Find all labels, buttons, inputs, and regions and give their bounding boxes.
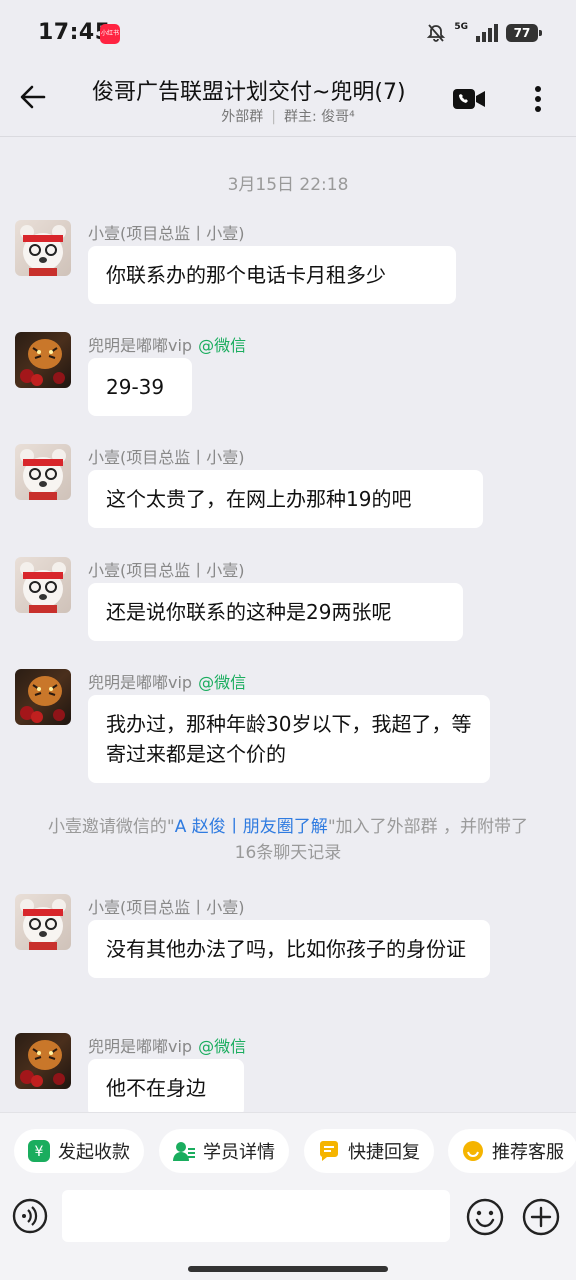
group-owner-label: 群主: 俊哥⁴: [283, 109, 355, 125]
avatar[interactable]: [15, 669, 71, 725]
avatar[interactable]: [15, 220, 71, 276]
quick-reply-icon: [318, 1140, 340, 1162]
network-type: 5G: [454, 22, 468, 32]
sender-name: 兜明是嘟嘟vip @微信: [88, 1037, 247, 1056]
mute-bell-icon: [427, 24, 446, 42]
quick-action-payment[interactable]: ¥ 发起收款: [14, 1129, 144, 1173]
customer-service-icon: [462, 1140, 484, 1162]
message-bubble[interactable]: 没有其他办法了吗，比如你孩子的身份证: [88, 920, 490, 978]
source-tag: @微信: [198, 1037, 247, 1056]
sender-name: 兜明是嘟嘟vip @微信: [88, 673, 247, 692]
sender-name: 兜明是嘟嘟vip @微信: [88, 336, 247, 355]
quick-action-bar: ¥ 发起收款 学员详情 快捷回复 推荐客服: [0, 1112, 576, 1189]
plus-icon[interactable]: [522, 1198, 560, 1236]
chat-header: 俊哥广告联盟计划交付~兜明(7) 外部群 | 群主: 俊哥⁴: [0, 66, 576, 137]
avatar[interactable]: [15, 894, 71, 950]
voice-input-icon[interactable]: [12, 1198, 48, 1234]
sender-name: 小壹(项目总监丨小壹): [88, 224, 245, 243]
message-bubble[interactable]: 他不在身边: [88, 1059, 244, 1117]
chat-title: 俊哥广告联盟计划交付~兜明(7): [92, 80, 406, 105]
source-tag: @微信: [198, 673, 247, 692]
bear-avatar-icon: [20, 225, 66, 276]
chat-timestamp: 3月15日 22:18: [227, 175, 349, 195]
bear-avatar-icon: [20, 562, 66, 613]
message-bubble[interactable]: 这个太贵了，在网上办那种19的吧: [88, 470, 483, 528]
payment-icon: ¥: [28, 1140, 50, 1162]
group-type-label: 外部群: [221, 109, 264, 125]
sender-name: 小壹(项目总监丨小壹): [88, 561, 245, 580]
sender-name: 小壹(项目总监丨小壹): [88, 898, 245, 917]
avatar[interactable]: [15, 1033, 71, 1089]
quick-action-student-detail[interactable]: 学员详情: [159, 1129, 289, 1173]
app-notification-icon: 小红书: [100, 24, 120, 44]
sender-name: 小壹(项目总监丨小壹): [88, 448, 245, 467]
signal-icon: [476, 24, 498, 42]
avatar[interactable]: [15, 444, 71, 500]
home-indicator[interactable]: [188, 1266, 388, 1272]
message-bubble[interactable]: 还是说你联系的这种是29两张呢: [88, 583, 463, 641]
quick-action-quick-reply[interactable]: 快捷回复: [304, 1129, 434, 1173]
message-bubble[interactable]: 我办过，那种年龄30岁以下，我超了，等寄过来都是这个价的: [88, 695, 490, 783]
quick-action-recommend-service[interactable]: 推荐客服: [448, 1129, 576, 1173]
emoji-icon[interactable]: [466, 1198, 504, 1236]
bear-avatar-icon: [20, 449, 66, 500]
avatar[interactable]: [15, 557, 71, 613]
message-bubble[interactable]: 你联系办的那个电话卡月租多少: [88, 246, 456, 304]
avatar[interactable]: [15, 332, 71, 388]
source-tag: @微信: [198, 336, 247, 355]
message-input[interactable]: [62, 1190, 450, 1242]
chat-subtitle: 外部群 | 群主: 俊哥⁴: [221, 109, 355, 125]
more-options-icon[interactable]: [526, 82, 550, 116]
system-notice: 小壹邀请微信的"A 赵俊丨朋友圈了解"加入了外部群 ，并附带了16条聊天记录: [47, 817, 529, 863]
battery-icon: 77: [506, 24, 542, 42]
user-detail-icon: [173, 1140, 195, 1162]
status-bar: 17:45 小红书 5G 77: [0, 0, 576, 66]
invitee-link[interactable]: A 赵俊丨朋友圈了解: [175, 817, 328, 837]
message-bubble[interactable]: 29-39: [88, 358, 192, 416]
status-indicators: 5G 77: [426, 22, 542, 44]
video-call-icon[interactable]: [452, 86, 486, 112]
svg-text:¥: ¥: [35, 1144, 44, 1160]
tiger-avatar-icon: [20, 676, 65, 723]
tiger-avatar-icon: [20, 1040, 65, 1087]
bear-avatar-icon: [20, 899, 66, 950]
tiger-avatar-icon: [20, 339, 65, 386]
